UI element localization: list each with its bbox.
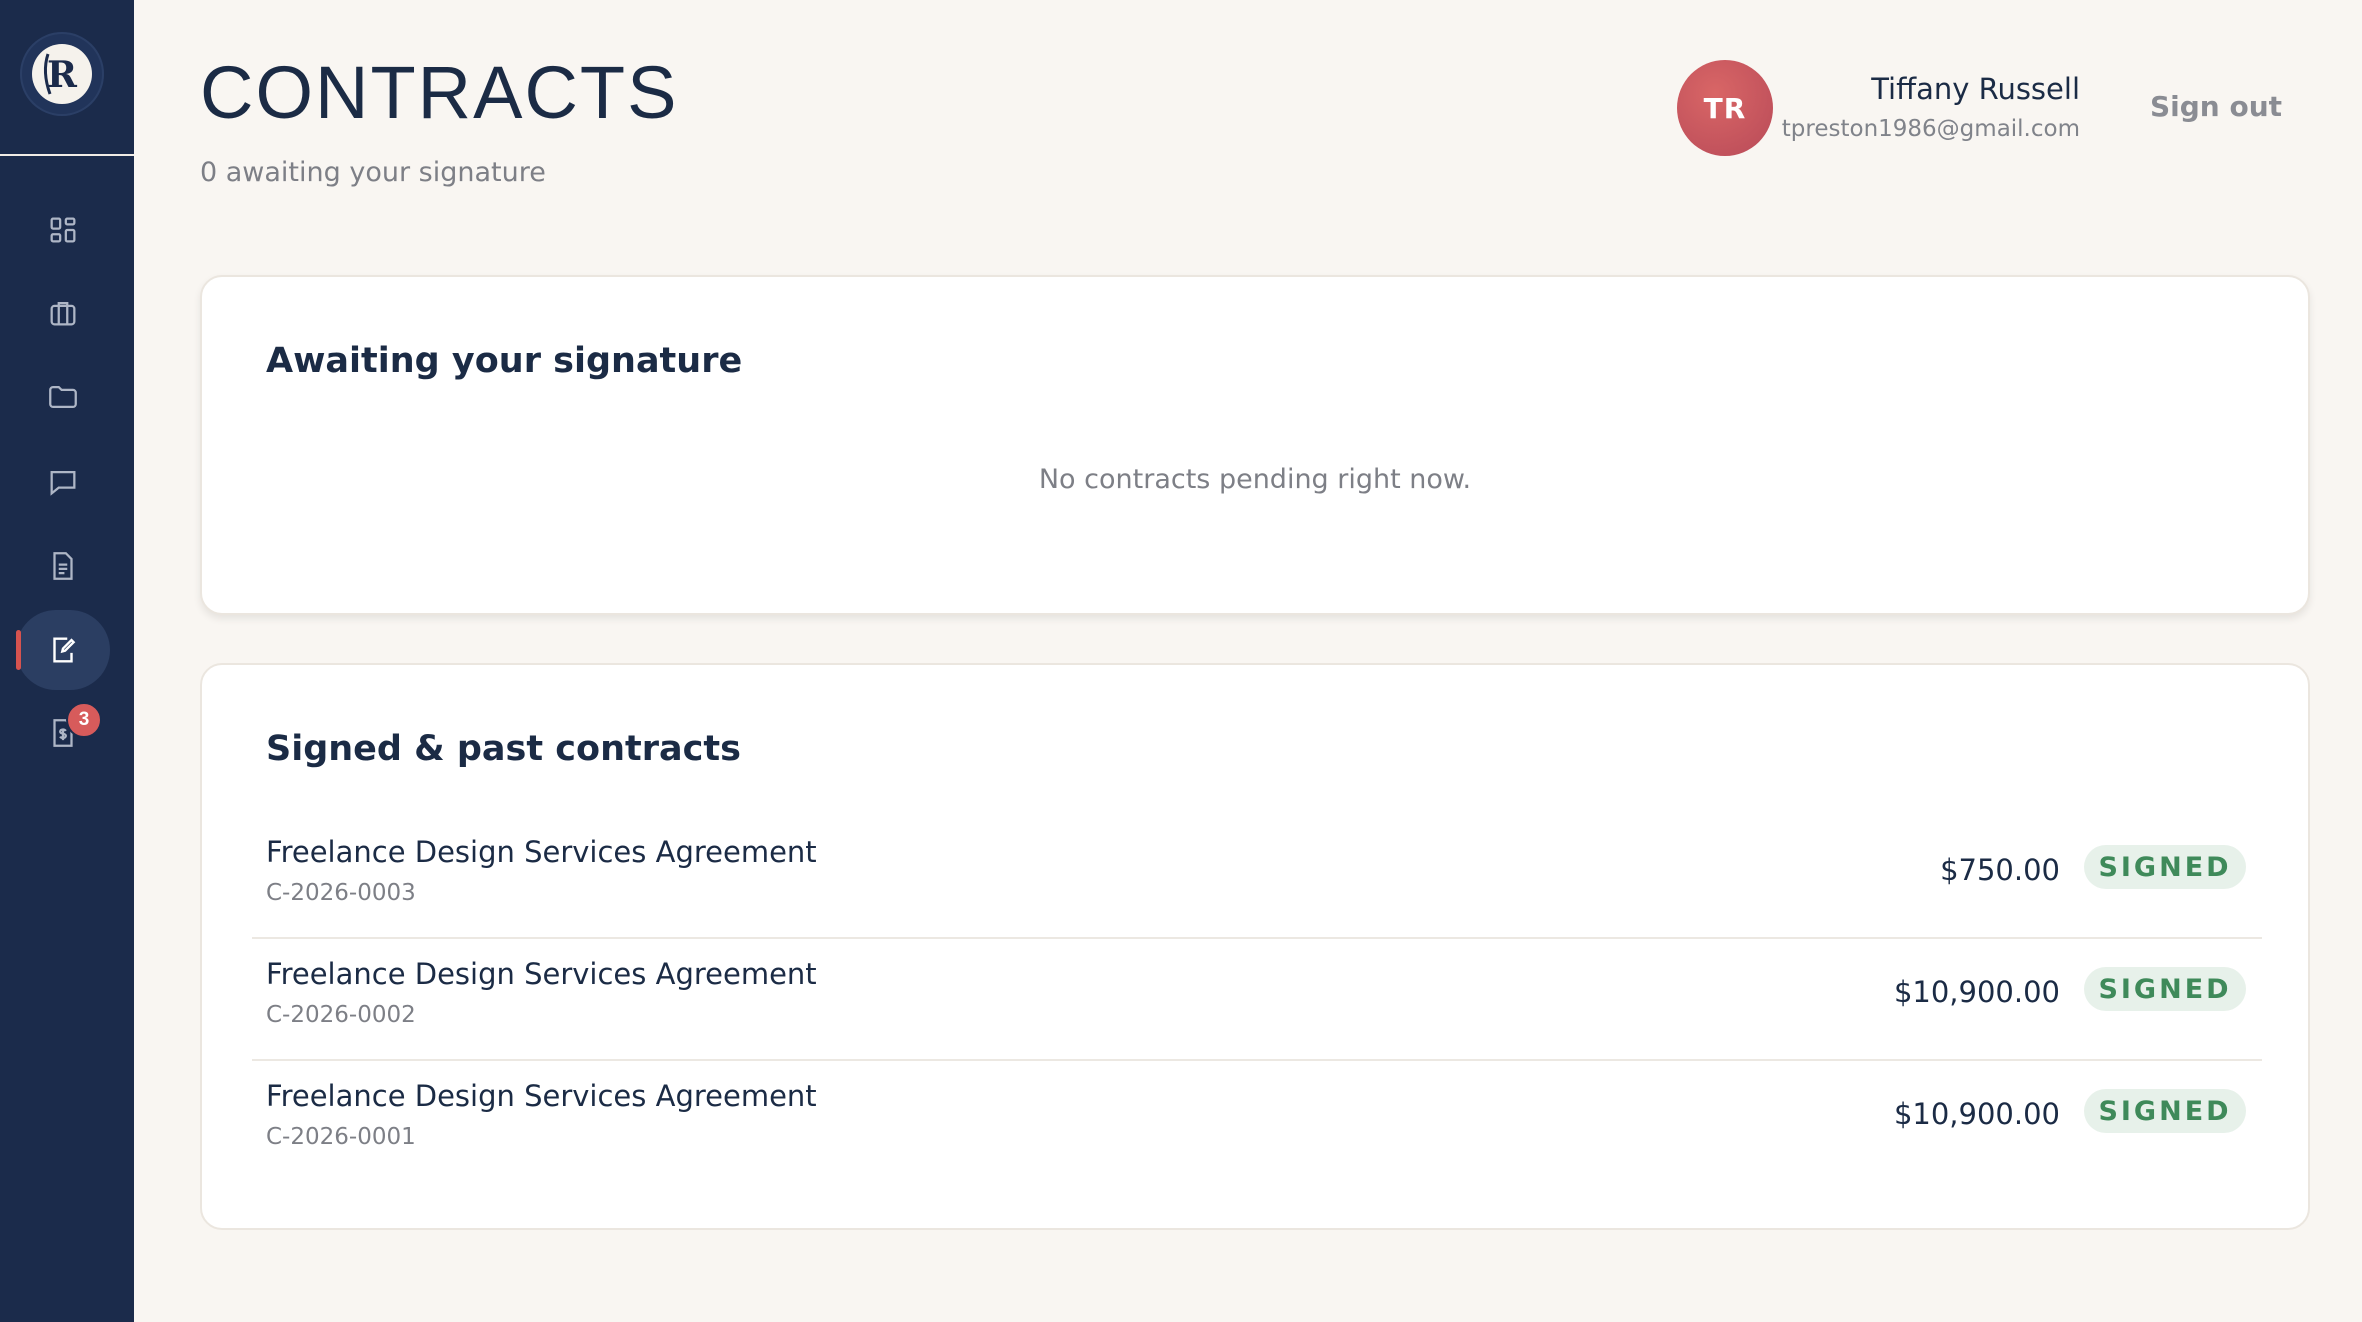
contract-name: Freelance Design Services Agreement [266, 957, 817, 991]
nav-files[interactable] [16, 357, 110, 437]
status-badge: SIGNED [2084, 1089, 2246, 1133]
folder-icon [49, 385, 77, 409]
message-icon [50, 470, 76, 496]
contract-row[interactable]: Freelance Design Services Agreement C-20… [252, 1061, 2262, 1183]
contract-amount: $10,900.00 [1893, 1097, 2060, 1131]
active-indicator [16, 630, 21, 670]
contract-row[interactable]: Freelance Design Services Agreement C-20… [252, 817, 2262, 939]
nav-documents[interactable] [16, 526, 110, 606]
invoice-badge: 3 [66, 702, 102, 738]
nav-contracts[interactable] [16, 610, 110, 690]
awaiting-title: Awaiting your signature [266, 341, 743, 381]
awaiting-signature-card: Awaiting your signature No contracts pen… [200, 275, 2310, 615]
document-icon [53, 552, 73, 580]
sign-out-button[interactable]: Sign out [2150, 90, 2282, 123]
contract-amount: $750.00 [1940, 853, 2060, 887]
logo-area: R [0, 0, 134, 156]
nav-messages[interactable] [16, 442, 110, 522]
contract-sign-icon [53, 637, 76, 663]
status-badge: SIGNED [2084, 967, 2246, 1011]
signed-title: Signed & past contracts [266, 729, 741, 769]
contract-id: C-2026-0003 [266, 880, 416, 906]
contract-id: C-2026-0002 [266, 1002, 416, 1028]
status-badge: SIGNED [2084, 845, 2246, 889]
contract-id: C-2026-0001 [266, 1124, 416, 1150]
signed-contracts-card: Signed & past contracts Freelance Design… [200, 663, 2310, 1230]
avatar[interactable]: TR [1677, 60, 1773, 156]
sidebar: R 3 [0, 0, 134, 1322]
brand-logo[interactable]: R [20, 32, 104, 116]
user-name: Tiffany Russell [1871, 72, 2080, 106]
briefcase-icon [50, 301, 76, 326]
logo-letter: R [47, 54, 78, 96]
logo-icon: R [32, 44, 92, 104]
contract-amount: $10,900.00 [1893, 975, 2060, 1009]
nav-projects[interactable] [16, 273, 110, 353]
page-title: CONTRACTS [200, 51, 679, 134]
page-subtitle: 0 awaiting your signature [200, 157, 546, 188]
contract-name: Freelance Design Services Agreement [266, 835, 817, 869]
contract-name: Freelance Design Services Agreement [266, 1079, 817, 1113]
dashboard-icon [50, 217, 76, 243]
contract-row[interactable]: Freelance Design Services Agreement C-20… [252, 939, 2262, 1061]
empty-message: No contracts pending right now. [1038, 464, 1472, 495]
nav-dashboard[interactable] [16, 190, 110, 270]
user-email: tpreston1986@gmail.com [1781, 116, 2080, 142]
